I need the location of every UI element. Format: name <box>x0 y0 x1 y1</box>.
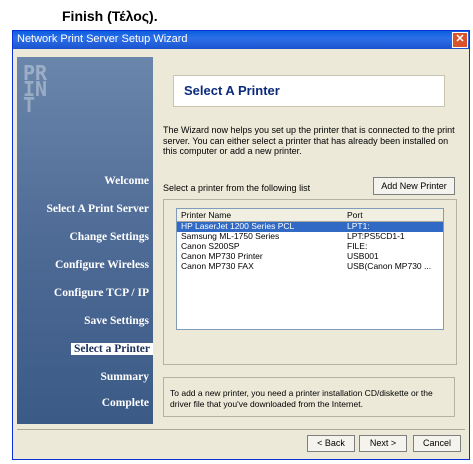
window-title: Network Print Server Setup Wizard <box>17 33 188 45</box>
printer-list-group: Printer Name Port HP LaserJet 1200 Serie… <box>163 199 457 365</box>
heading-panel: Select A Printer <box>173 75 445 107</box>
step-complete: Complete <box>101 397 149 409</box>
column-port[interactable]: Port <box>347 210 363 220</box>
add-new-printer-button[interactable]: Add New Printer <box>373 177 455 195</box>
page-caption: Finish (Τέλος). <box>62 8 158 24</box>
step-select-print-server: Select A Print Server <box>46 203 149 215</box>
printer-list-label: Select a printer from the following list <box>163 183 311 193</box>
step-configure-wireless: Configure Wireless <box>54 259 149 271</box>
printer-list[interactable]: Printer Name Port HP LaserJet 1200 Serie… <box>176 208 444 330</box>
step-change-settings: Change Settings <box>69 231 149 243</box>
wizard-steps-sidebar: PRINT Welcome Select A Print Server Chan… <box>17 57 153 424</box>
step-welcome: Welcome <box>104 175 149 187</box>
setup-wizard-window: Network Print Server Setup Wizard ✕ PRIN… <box>12 30 470 460</box>
next-button[interactable]: Next > <box>359 435 407 452</box>
step-save-settings: Save Settings <box>84 315 149 327</box>
step-summary: Summary <box>100 371 149 383</box>
printer-row[interactable]: Canon MP730 FAX USB(Canon MP730 ... <box>177 261 443 272</box>
add-printer-note: To add a new printer, you need a printer… <box>163 377 455 417</box>
cancel-button[interactable]: Cancel <box>413 435 461 452</box>
printer-port: USB(Canon MP730 ... <box>347 261 432 271</box>
intro-text: The Wizard now helps you set up the prin… <box>163 125 455 156</box>
page-heading: Select A Printer <box>184 83 280 98</box>
step-configure-tcpip: Configure TCP / IP <box>53 287 149 299</box>
printer-name: Canon MP730 FAX <box>181 261 254 271</box>
wizard-content: Select A Printer The Wizard now helps yo… <box>159 57 459 424</box>
back-button[interactable]: < Back <box>307 435 355 452</box>
step-select-printer: Select a Printer <box>71 343 153 355</box>
close-button[interactable]: ✕ <box>452 32 468 48</box>
print-logo: PRINT <box>23 61 48 117</box>
column-printer-name[interactable]: Printer Name <box>181 210 231 220</box>
title-bar[interactable]: Network Print Server Setup Wizard ✕ <box>13 31 469 49</box>
button-bar-divider <box>17 429 465 430</box>
